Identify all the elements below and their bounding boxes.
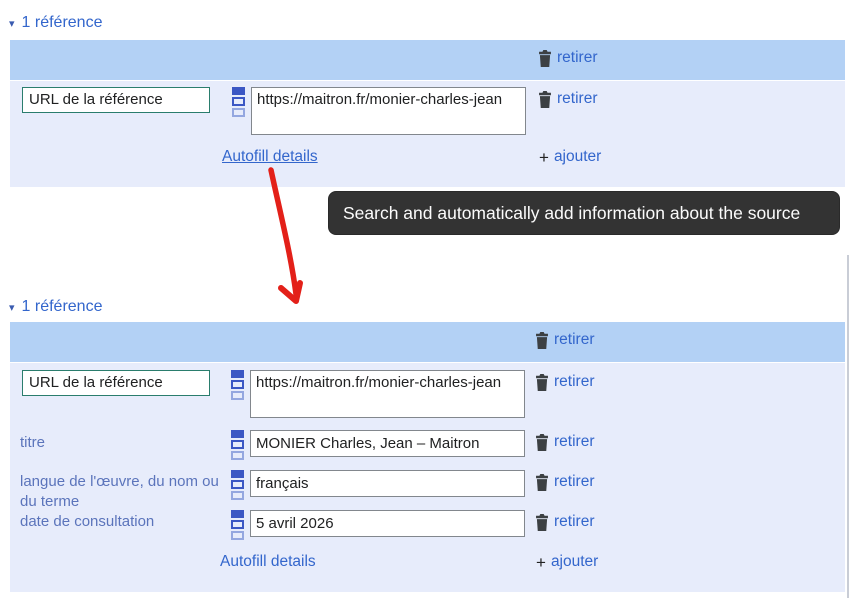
- langue-value-input[interactable]: français: [250, 470, 525, 497]
- snak-type-selector-icon[interactable]: [231, 510, 244, 540]
- remove-reference-button-top[interactable]: retirer: [538, 49, 597, 67]
- add-label[interactable]: ajouter: [554, 148, 601, 166]
- property-selector-input[interactable]: URL de la référence: [22, 370, 210, 396]
- snak-type-selector-icon[interactable]: [231, 370, 244, 400]
- reference-count-link[interactable]: 1 référence: [22, 14, 103, 32]
- reference-header-bar-bottom: [10, 322, 845, 362]
- snak-type-selector-icon[interactable]: [232, 87, 245, 117]
- autofill-details-link-bottom[interactable]: Autofill details: [220, 553, 316, 571]
- add-snak-button-top[interactable]: + ajouter: [539, 148, 601, 166]
- remove-snak-button[interactable]: retirer: [535, 513, 594, 531]
- property-link-titre[interactable]: titre: [20, 433, 45, 453]
- remove-reference-button-bottom[interactable]: retirer: [535, 331, 594, 349]
- trash-icon[interactable]: [535, 474, 549, 491]
- plus-icon[interactable]: +: [539, 149, 549, 166]
- right-edge-divider: [847, 255, 849, 598]
- remove-snak-button[interactable]: retirer: [535, 473, 594, 491]
- reference-count-link[interactable]: 1 référence: [22, 298, 103, 316]
- reference-section-header-top: ▾ 1 référence: [9, 14, 102, 32]
- trash-icon[interactable]: [535, 514, 549, 531]
- remove-snak-button[interactable]: retirer: [535, 373, 594, 391]
- tooltip-text: Search and automatically add information…: [343, 203, 800, 224]
- date-value-input[interactable]: 5 avril 2026: [250, 510, 525, 537]
- url-value-input[interactable]: https://maitron.fr/monier-charles-jean: [251, 87, 526, 135]
- remove-label[interactable]: retirer: [557, 90, 597, 108]
- add-snak-button-bottom[interactable]: + ajouter: [536, 553, 598, 571]
- remove-label[interactable]: retirer: [554, 373, 594, 391]
- property-link-langue[interactable]: langue de l'œuvre, du nom ou du terme: [20, 472, 220, 512]
- snak-type-selector-icon[interactable]: [231, 470, 244, 500]
- property-link-date-consultation[interactable]: date de consultation: [20, 512, 154, 532]
- collapse-triangle-icon[interactable]: ▾: [9, 19, 15, 30]
- snak-type-selector-icon[interactable]: [231, 430, 244, 460]
- plus-icon[interactable]: +: [536, 554, 546, 571]
- titre-value-input[interactable]: MONIER Charles, Jean – Maitron: [250, 430, 525, 457]
- remove-snak-button[interactable]: retirer: [535, 433, 594, 451]
- wikidata-reference-editor: ▾ 1 référence retirer URL de la référenc…: [0, 0, 851, 603]
- trash-icon[interactable]: [535, 434, 549, 451]
- remove-label[interactable]: retirer: [557, 49, 597, 67]
- trash-icon[interactable]: [538, 50, 552, 67]
- remove-label[interactable]: retirer: [554, 473, 594, 491]
- remove-label[interactable]: retirer: [554, 433, 594, 451]
- property-selector-input[interactable]: URL de la référence: [22, 87, 210, 113]
- url-value-input[interactable]: https://maitron.fr/monier-charles-jean: [250, 370, 525, 418]
- remove-snak-button-top[interactable]: retirer: [538, 90, 597, 108]
- add-label[interactable]: ajouter: [551, 553, 598, 571]
- remove-label[interactable]: retirer: [554, 331, 594, 349]
- remove-label[interactable]: retirer: [554, 513, 594, 531]
- trash-icon[interactable]: [535, 374, 549, 391]
- trash-icon[interactable]: [535, 332, 549, 349]
- tooltip: Search and automatically add information…: [329, 192, 839, 234]
- trash-icon[interactable]: [538, 91, 552, 108]
- collapse-triangle-icon[interactable]: ▾: [9, 303, 15, 314]
- autofill-details-link-top[interactable]: Autofill details: [222, 148, 318, 166]
- reference-header-bar-top: [10, 40, 845, 80]
- reference-section-header-bottom: ▾ 1 référence: [9, 298, 102, 316]
